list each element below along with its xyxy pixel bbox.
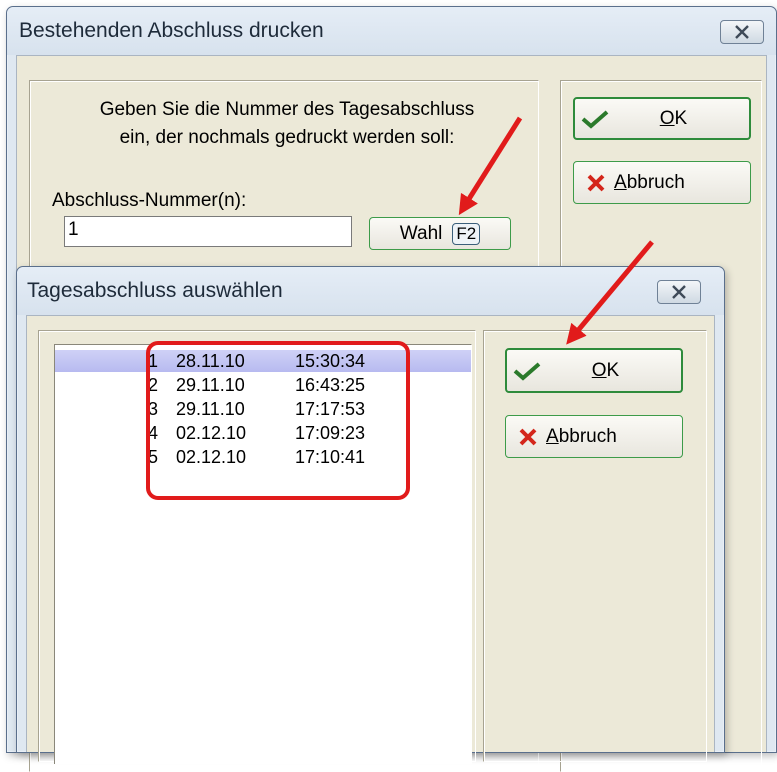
annotation-arrows xyxy=(458,116,654,345)
arrow-to-wahl xyxy=(458,116,523,216)
arrow-to-ok xyxy=(566,240,654,345)
